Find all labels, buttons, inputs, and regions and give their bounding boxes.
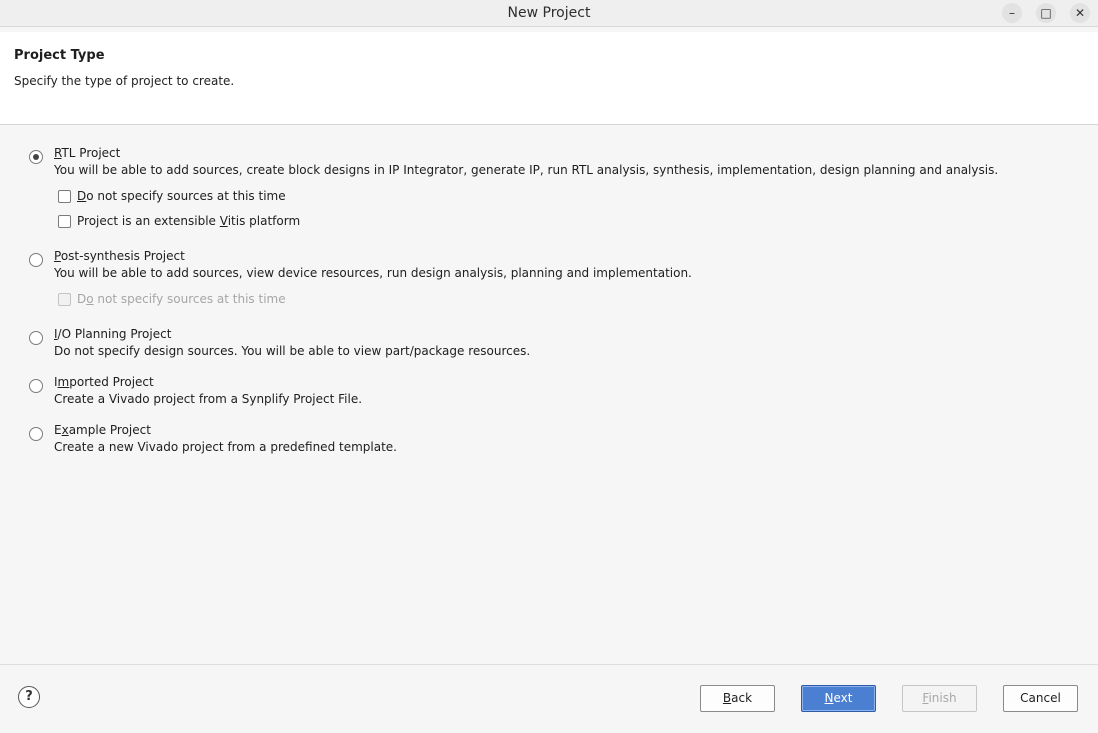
example-project-label[interactable]: Example Project — [54, 423, 151, 437]
post-synthesis-description: You will be able to add sources, view de… — [54, 266, 692, 280]
post-synthesis-radio[interactable] — [29, 253, 43, 267]
io-planning-label[interactable]: I/O Planning Project — [54, 327, 171, 341]
imported-project-description: Create a Vivado project from a Synplify … — [54, 392, 363, 406]
rtl-project-label[interactable]: RTL Project — [54, 146, 120, 160]
back-button[interactable]: Back — [700, 685, 775, 712]
close-icon[interactable]: ✕ — [1070, 3, 1090, 23]
minimize-icon[interactable]: – — [1002, 3, 1022, 23]
page-title: Project Type — [14, 48, 105, 63]
rtl-no-sources-label[interactable]: Do not specify sources at this time — [77, 189, 286, 203]
help-icon[interactable]: ? — [18, 686, 40, 708]
example-project-radio[interactable] — [29, 427, 43, 441]
imported-project-label[interactable]: Imported Project — [54, 375, 154, 389]
io-planning-radio[interactable] — [29, 331, 43, 345]
post-synth-no-sources-checkbox — [58, 293, 71, 306]
example-project-description: Create a new Vivado project from a prede… — [54, 440, 397, 454]
next-button[interactable]: Next — [801, 685, 876, 712]
post-synth-no-sources-label: Do not specify sources at this time — [77, 292, 286, 306]
rtl-no-sources-checkbox[interactable] — [58, 190, 71, 203]
rtl-project-radio[interactable] — [29, 150, 43, 164]
imported-project-radio[interactable] — [29, 379, 43, 393]
vitis-platform-checkbox[interactable] — [58, 215, 71, 228]
vitis-platform-label[interactable]: Project is an extensible Vitis platform — [77, 214, 300, 228]
io-planning-description: Do not specify design sources. You will … — [54, 344, 531, 358]
post-synthesis-label[interactable]: Post-synthesis Project — [54, 249, 185, 263]
cancel-button[interactable]: Cancel — [1003, 685, 1078, 712]
title-bar: New Project – □ ✕ — [0, 0, 1098, 27]
maximize-icon[interactable]: □ — [1036, 3, 1056, 23]
rtl-project-description: You will be able to add sources, create … — [54, 163, 999, 177]
window-title: New Project — [507, 5, 591, 21]
finish-button: Finish — [902, 685, 977, 712]
page-header: Project Type Specify the type of project… — [0, 32, 1098, 125]
page-subtitle: Specify the type of project to create. — [14, 74, 235, 88]
